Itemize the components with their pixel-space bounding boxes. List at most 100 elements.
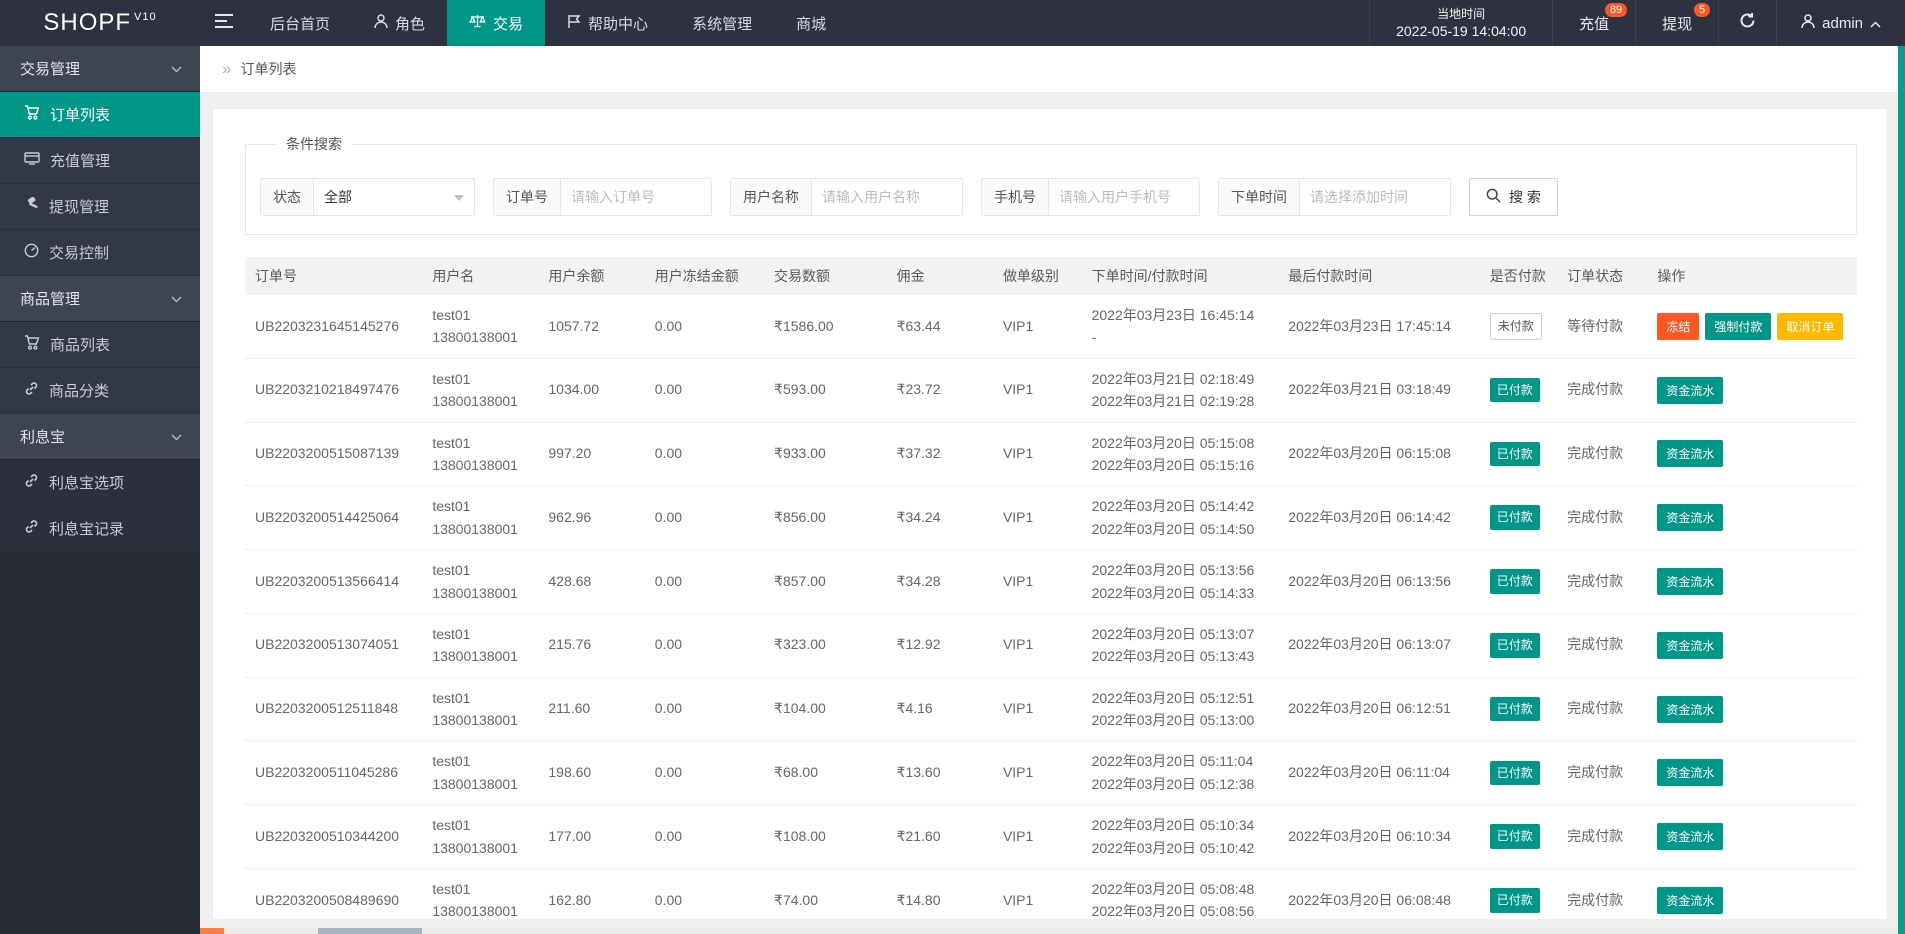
cell-order-id: UB2203200513074051 [245,613,423,678]
flow-button[interactable]: 资金流水 [1657,759,1724,787]
order-time-input[interactable] [1300,179,1450,215]
cell-last-pay-time: 2022年03月20日 06:13:07 [1278,613,1480,678]
search-fieldset: 条件搜索 状态 全部 订单号 用户名称 [245,134,1857,235]
table-header: 订单号 用户名 用户余额 用户冻结金额 交易数额 佣金 做单级别 下单时间/付款… [245,257,1857,295]
cell-frozen: 0.00 [644,740,765,806]
cell-frozen: 0.00 [644,485,765,551]
refresh-button[interactable] [1718,0,1776,46]
sidebar-item-recharge-management[interactable]: 充值管理 [0,138,200,184]
recharge-button[interactable]: 充值 89 [1552,0,1635,46]
col-actions: 操作 [1647,257,1857,295]
gauge-icon [24,243,39,262]
cell-amount: ₹593.00 [764,358,887,423]
username-text: test01 [432,307,471,323]
item-label: 商品分类 [49,383,110,400]
flow-button[interactable]: 资金流水 [1657,568,1724,596]
local-time-block: 当地时间 2022-05-19 14:04:00 [1369,0,1552,46]
force-button[interactable]: 强制付款 [1705,312,1772,340]
phone-filter: 手机号 [981,178,1200,216]
cell-actions: 资金流水 [1647,804,1857,870]
cell-amount: ₹1586.00 [764,295,887,359]
cell-paid: 已付款 [1479,422,1558,487]
sidebar-group-trade-management[interactable]: 交易管理 [0,46,200,92]
cell-frozen: 0.00 [644,804,765,870]
cell-order-status: 完成付款 [1557,549,1648,614]
username-text: test01 [432,370,471,387]
cell-order-status: 完成付款 [1557,485,1648,551]
nav-item-roles[interactable]: 角色 [352,0,447,46]
cell-balance: 1057.72 [538,295,645,359]
sidebar-item-trade-control[interactable]: 交易控制 [0,230,200,276]
cell-level: VIP1 [992,549,1082,614]
withdraw-button[interactable]: 提现 5 [1635,0,1718,46]
cell-last-pay-time: 2022年03月23日 17:45:14 [1278,295,1480,359]
cell-balance: 997.20 [538,422,645,487]
vertical-scrollbar[interactable] [1898,46,1905,934]
flow-button[interactable]: 资金流水 [1657,376,1724,404]
sidebar-item-withdraw-management[interactable]: 提现管理 [0,184,200,230]
user-phone-text: 13800138001 [432,903,518,919]
pay-time-text: 2022年03月20日 05:10:42 [1091,839,1255,856]
paid-status-badge: 已付款 [1489,824,1540,849]
top-bar-right: 当地时间 2022-05-19 14:04:00 充值 89 提现 5 admi… [1369,0,1905,46]
flow-button[interactable]: 资金流水 [1657,823,1724,851]
pay-time-text: 2022年03月20日 05:14:33 [1091,584,1255,601]
local-time-value: 2022-05-19 14:04:00 [1396,23,1527,39]
user-name-filter: 用户名称 [730,178,963,216]
cancel-button[interactable]: 取消订单 [1777,312,1844,340]
nav-item-dashboard[interactable]: 后台首页 [248,0,352,46]
user-name-input[interactable] [812,179,962,215]
sidebar-item-goods-category[interactable]: 商品分类 [0,368,200,414]
user-menu[interactable]: admin [1776,0,1905,46]
horizontal-scrollbar[interactable] [200,928,1898,934]
user-phone-text: 13800138001 [432,393,518,410]
order-time-text: 2022年03月20日 05:15:08 [1091,434,1255,451]
search-button[interactable]: 搜 索 [1469,178,1558,216]
order-time-text: 2022年03月21日 02:18:49 [1091,370,1255,387]
flow-button[interactable]: 资金流水 [1657,504,1724,532]
cell-order-pay-time: 2022年03月20日 05:13:56 2022年03月20日 05:14:33 [1081,549,1279,614]
cell-username: test01 13800138001 [422,549,539,614]
nav-item-mall[interactable]: 商城 [774,0,848,46]
paid-status-badge: 已付款 [1489,441,1540,467]
pay-time-text: 2022年03月20日 05:15:16 [1091,456,1255,473]
order-time-filter: 下单时间 [1218,178,1451,216]
flow-button[interactable]: 资金流水 [1657,695,1724,723]
cell-order-pay-time: 2022年03月20日 05:12:51 2022年03月20日 05:13:00 [1081,677,1279,742]
cell-actions: 资金流水 [1647,868,1857,919]
order-no-input[interactable] [561,179,711,215]
flow-button[interactable]: 资金流水 [1657,886,1724,914]
phone-input[interactable] [1049,179,1199,215]
sidebar-item-goods-list[interactable]: 商品列表 [0,322,200,368]
sidebar-toggle-button[interactable] [200,0,248,46]
nav-item-help-center[interactable]: 帮助中心 [545,0,670,46]
pay-time-text: 2022年03月20日 05:13:43 [1091,648,1255,665]
cell-order-status: 完成付款 [1557,740,1648,806]
sidebar-item-lixibao-options[interactable]: 利息宝选项 [0,460,200,506]
link-icon [24,473,39,492]
status-select[interactable]: 全部 [314,179,474,215]
sidebar-item-lixibao-records[interactable]: 利息宝记录 [0,506,200,552]
pay-time-text: - [1091,329,1097,346]
cell-amount: ₹104.00 [764,677,887,742]
horizontal-scrollbar-thumb[interactable] [318,928,422,934]
nav-item-system[interactable]: 系统管理 [670,0,774,46]
cell-balance: 962.96 [538,485,645,551]
cell-last-pay-time: 2022年03月20日 06:10:34 [1278,804,1480,870]
cell-frozen: 0.00 [644,613,765,678]
sidebar-group-lixibao[interactable]: 利息宝 [0,414,200,460]
cell-order-status: 完成付款 [1557,422,1648,487]
flow-button[interactable]: 资金流水 [1657,440,1724,468]
status-selected-value: 全部 [324,189,352,205]
flow-button[interactable]: 资金流水 [1657,631,1724,659]
freeze-button[interactable]: 冻结 [1657,312,1700,340]
username-text: test01 [432,753,471,770]
paid-status-badge: 已付款 [1489,633,1540,658]
order-time-text: 2022年03月20日 05:12:51 [1091,689,1255,706]
sidebar-group-goods-management[interactable]: 商品管理 [0,276,200,322]
cell-username: test01 13800138001 [422,358,539,423]
sidebar-item-order-list[interactable]: 订单列表 [0,92,200,138]
username-text: test01 [432,881,471,898]
nav-item-trade[interactable]: 交易 [447,0,546,46]
nav-label: 系统管理 [692,15,753,33]
